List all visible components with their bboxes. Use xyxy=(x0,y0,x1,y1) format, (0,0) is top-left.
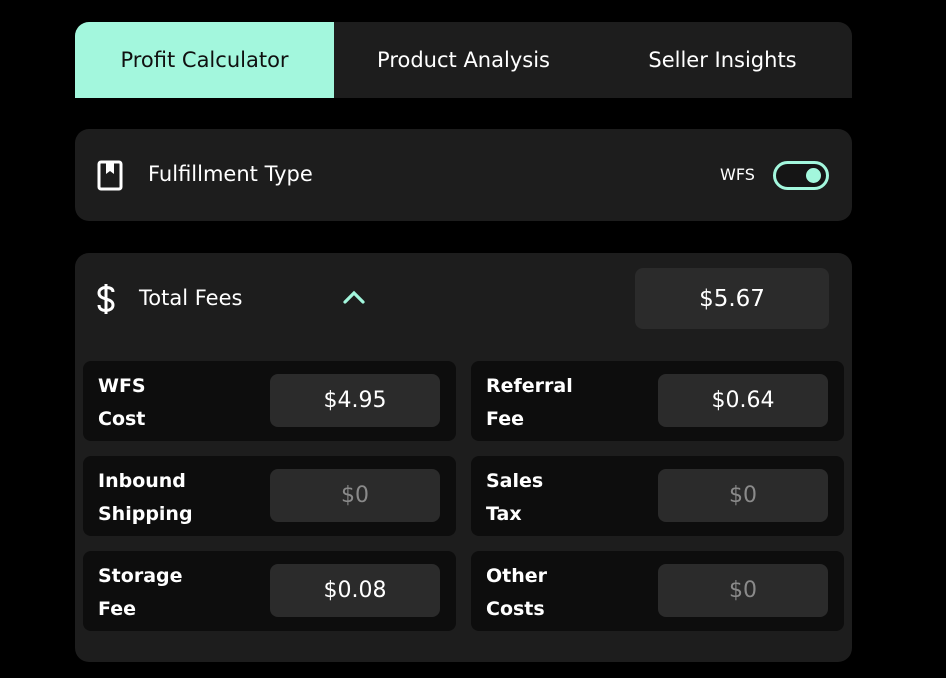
fee-item-label: WFS Cost xyxy=(98,375,146,430)
dollar-icon xyxy=(93,282,119,316)
fee-item-sales-tax: Sales Tax $0 xyxy=(471,456,844,536)
fulfillment-type-label: Fulfillment Type xyxy=(148,162,313,186)
fee-item-value[interactable]: $0 xyxy=(658,564,828,617)
fee-item-storage-fee: Storage Fee $0.08 xyxy=(83,551,456,631)
tab-seller-insights[interactable]: Seller Insights xyxy=(593,22,852,98)
fee-item-value[interactable]: $0.64 xyxy=(658,374,828,427)
fee-item-label: Sales Tax xyxy=(486,470,544,525)
fee-item-value[interactable]: $4.95 xyxy=(270,374,440,427)
toggle-knob xyxy=(806,168,821,183)
tab-product-analysis[interactable]: Product Analysis xyxy=(334,22,593,98)
fee-item-value[interactable]: $0 xyxy=(270,469,440,522)
chevron-up-icon[interactable] xyxy=(342,289,366,305)
bookmark-icon xyxy=(97,160,125,191)
fee-item-inbound-shipping: Inbound Shipping $0 xyxy=(83,456,456,536)
toggle-label: WFS xyxy=(720,165,755,184)
total-fees-value: $5.67 xyxy=(635,268,829,329)
total-fees-card: Total Fees $5.67 WFS Cost $4.95 Referral F… xyxy=(75,253,852,662)
fulfillment-type-card: Fulfillment Type WFS xyxy=(75,129,852,221)
total-fees-label: Total Fees xyxy=(139,286,243,310)
tab-profit-calculator[interactable]: Profit Calculator xyxy=(75,22,334,98)
fee-item-other-costs: Other Costs $0 xyxy=(471,551,844,631)
fee-item-label: Storage Fee xyxy=(98,565,183,620)
fee-item-value[interactable]: $0.08 xyxy=(270,564,440,617)
fee-item-value[interactable]: $0 xyxy=(658,469,828,522)
fee-item-wfs-cost: WFS Cost $4.95 xyxy=(83,361,456,441)
fee-item-referral-fee: Referral Fee $0.64 xyxy=(471,361,844,441)
fee-item-label: Referral Fee xyxy=(486,375,573,430)
tab-bar: Profit Calculator Product Analysis Selle… xyxy=(75,22,852,98)
fee-item-label: Inbound Shipping xyxy=(98,470,193,525)
fulfillment-toggle[interactable] xyxy=(773,161,829,190)
fee-item-label: Other Costs xyxy=(486,565,548,620)
